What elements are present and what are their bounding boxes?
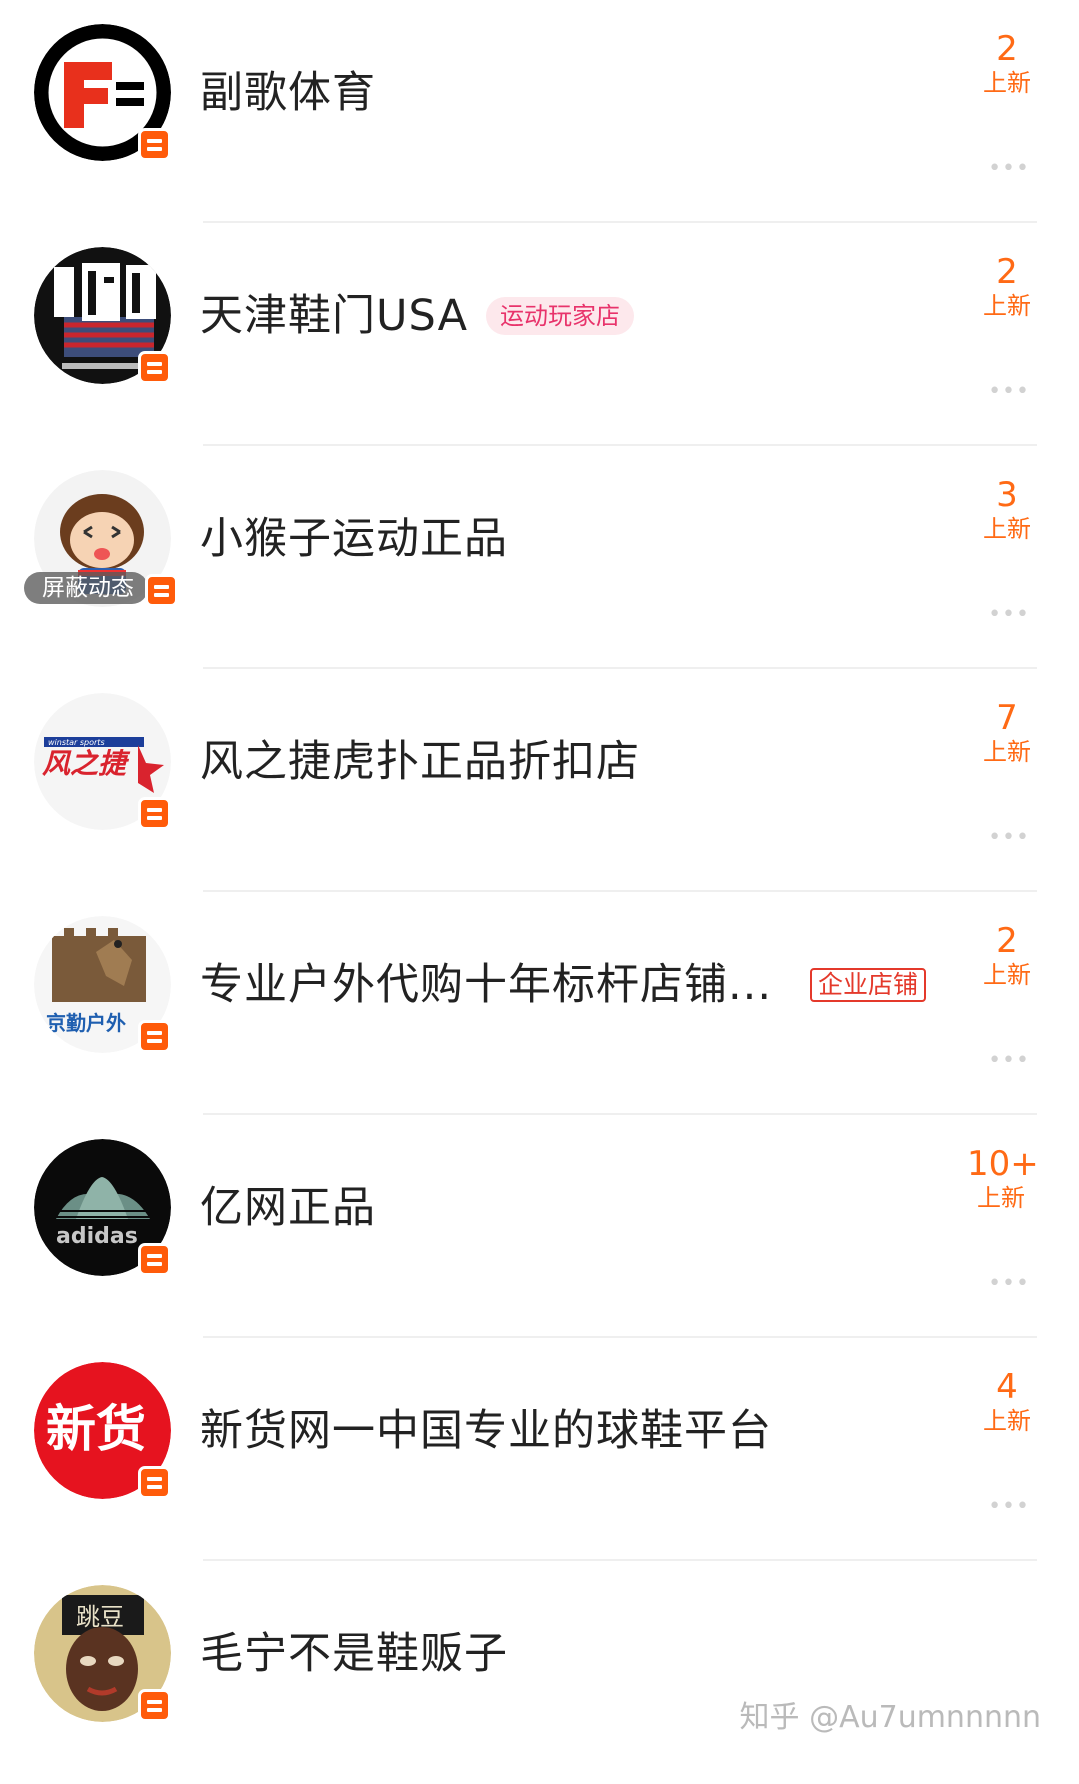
tiaodou-label: 跳豆 bbox=[76, 1603, 124, 1631]
store-name[interactable]: 毛宁不是鞋贩子 bbox=[200, 1627, 508, 1681]
store-badge-icon bbox=[138, 1689, 171, 1722]
new-items-count[interactable]: 7 上新 bbox=[947, 699, 1037, 767]
winstar-label: winstar sports bbox=[48, 738, 105, 747]
new-items-count[interactable]: 2 上新 bbox=[947, 922, 1037, 990]
zhihu-watermark: 知乎 @Au7umnnnnn bbox=[739, 1700, 1041, 1735]
store-name[interactable]: 专业户外代购十年标杆店铺... 企业店铺 bbox=[200, 958, 927, 1012]
new-items-label: 上新 bbox=[977, 1184, 1025, 1212]
store-row[interactable]: 京勤户外 专业户外代购十年标杆店铺... 企业店铺 2 上新 ••• bbox=[0, 892, 1079, 1115]
new-items-label: 上新 bbox=[983, 961, 1031, 989]
store-name[interactable]: 小猴子运动正品 bbox=[200, 512, 508, 566]
new-items-number: 7 bbox=[996, 698, 1018, 738]
new-items-number: 2 bbox=[996, 921, 1018, 961]
muted-updates-tag: 屏蔽动态 bbox=[24, 572, 148, 604]
store-name[interactable]: 副歌体育 bbox=[200, 66, 376, 120]
new-items-label: 上新 bbox=[983, 69, 1031, 97]
store-badge-icon bbox=[138, 1243, 171, 1276]
store-name[interactable]: 天津鞋门USA 运动玩家店 bbox=[200, 289, 634, 343]
new-items-number: 3 bbox=[996, 475, 1018, 515]
more-options-icon[interactable]: ••• bbox=[988, 604, 1030, 626]
jingqin-label: 京勤户外 bbox=[46, 1011, 126, 1035]
store-row[interactable]: 屏蔽动态 小猴子运动正品 3 上新 ••• bbox=[0, 446, 1079, 669]
new-items-count[interactable]: 3 上新 bbox=[947, 476, 1037, 544]
xinhuo-label: 新货 bbox=[46, 1400, 146, 1458]
new-items-count[interactable]: 4 上新 bbox=[947, 1368, 1037, 1436]
store-row[interactable]: 副歌体育 2 上新 ••• bbox=[0, 0, 1079, 223]
store-row[interactable]: adidas 亿网正品 10+ 上新 ••• bbox=[0, 1115, 1079, 1338]
store-badge-icon bbox=[138, 797, 171, 830]
more-options-icon[interactable]: ••• bbox=[988, 381, 1030, 403]
enterprise-store-tag: 企业店铺 bbox=[810, 967, 927, 1002]
store-badge-icon bbox=[145, 574, 178, 607]
sports-player-store-tag: 运动玩家店 bbox=[485, 296, 634, 335]
store-name[interactable]: 亿网正品 bbox=[200, 1181, 376, 1235]
more-options-icon[interactable]: ••• bbox=[988, 1496, 1030, 1518]
new-items-label: 上新 bbox=[983, 515, 1031, 543]
more-options-icon[interactable]: ••• bbox=[988, 827, 1030, 849]
more-options-icon[interactable]: ••• bbox=[988, 1050, 1030, 1072]
new-items-label: 上新 bbox=[983, 1407, 1031, 1435]
store-name[interactable]: 风之捷虎扑正品折扣店 bbox=[200, 735, 640, 789]
store-badge-icon bbox=[138, 1466, 171, 1499]
store-row[interactable]: 跳豆 毛宁不是鞋贩子 bbox=[0, 1561, 1079, 1784]
more-options-icon[interactable]: ••• bbox=[988, 1273, 1030, 1295]
store-badge-icon bbox=[138, 128, 171, 161]
new-items-label: 上新 bbox=[983, 738, 1031, 766]
new-items-number: 2 bbox=[996, 29, 1018, 69]
new-items-number: 2 bbox=[996, 252, 1018, 292]
new-items-count[interactable]: 10+ 上新 bbox=[947, 1144, 1039, 1213]
new-items-number: 10+ bbox=[967, 1144, 1039, 1184]
new-items-label: 上新 bbox=[983, 292, 1031, 320]
new-items-count[interactable]: 2 上新 bbox=[947, 30, 1037, 98]
winstar-main-label: 风之捷 bbox=[42, 747, 131, 780]
store-badge-icon bbox=[138, 1020, 171, 1053]
new-items-number: 4 bbox=[996, 1367, 1018, 1407]
adidas-label: adidas bbox=[56, 1224, 138, 1249]
new-items-count[interactable]: 2 上新 bbox=[947, 253, 1037, 321]
more-options-icon[interactable]: ••• bbox=[988, 158, 1030, 180]
store-name[interactable]: 新货网一中国专业的球鞋平台 bbox=[200, 1404, 772, 1458]
store-row[interactable]: 新货 新货网一中国专业的球鞋平台 4 上新 ••• bbox=[0, 1338, 1079, 1561]
store-row[interactable]: 天津鞋门USA 运动玩家店 2 上新 ••• bbox=[0, 223, 1079, 446]
store-badge-icon bbox=[138, 351, 171, 384]
store-row[interactable]: winstar sports 风之捷 风之捷虎扑正品折扣店 7 上新 ••• bbox=[0, 669, 1079, 892]
